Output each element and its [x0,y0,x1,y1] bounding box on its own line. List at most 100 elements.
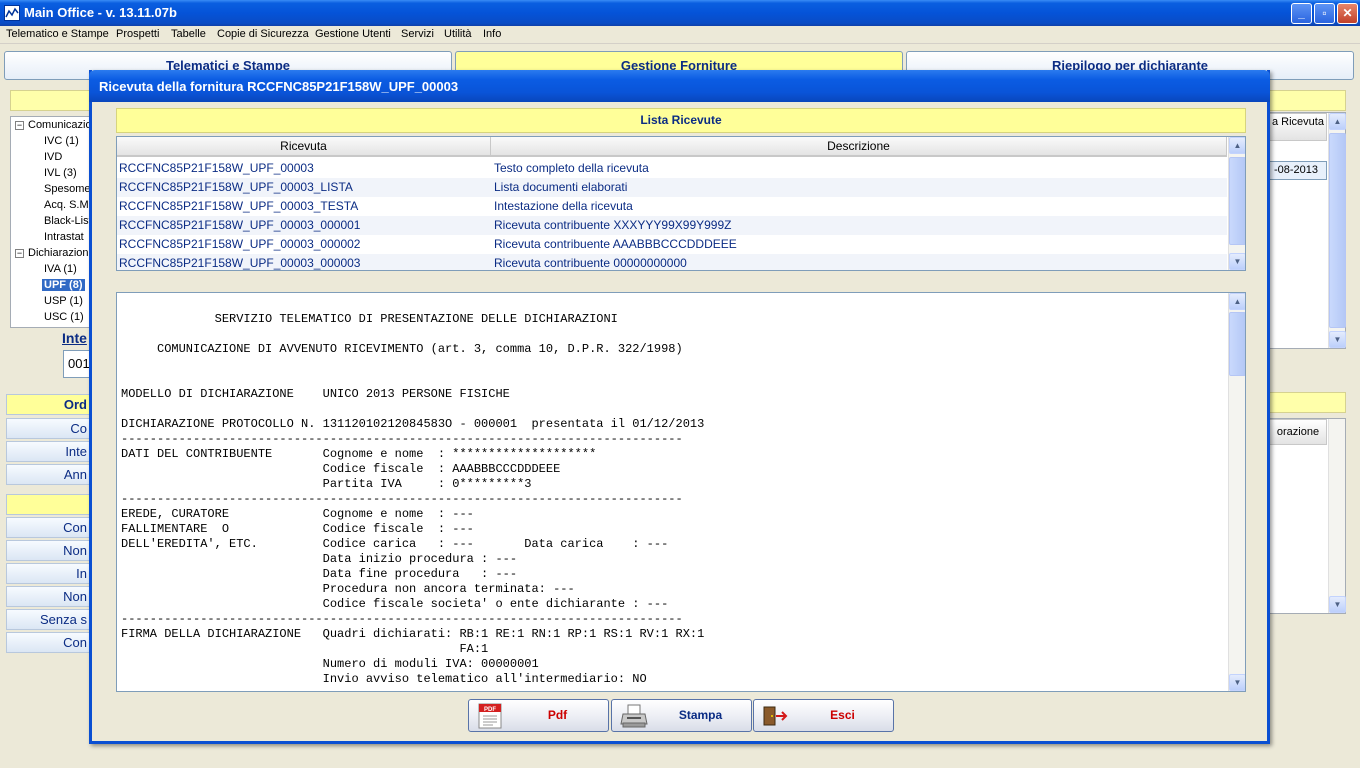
tree-item-ivl[interactable]: IVL (3) [44,167,77,179]
pdf-icon: PDF [477,703,505,729]
scroll-up-icon[interactable]: ▲ [1329,113,1346,130]
exit-door-icon [762,703,790,729]
side-button[interactable]: In [6,563,92,584]
side-button[interactable]: Inte [6,441,92,462]
scroll-thumb[interactable] [1229,157,1245,245]
tree-item-iva[interactable]: IVA (1) [44,263,77,275]
stampa-button[interactable]: Stampa [611,699,752,732]
menu-bar: Telematico e Stampe Prospetti Tabelle Co… [0,26,1360,44]
lista-ricevute-header: Lista Ricevute [116,108,1246,133]
section-header-right [1268,90,1346,111]
tree-collapse-icon[interactable]: − [15,249,24,258]
descrizione-cell: Ricevuta contribuente XXXYYY99X99Y999Z [494,218,732,232]
menu-prospetti[interactable]: Prospetti [116,28,159,40]
app-title: Main Office - v. 13.11.07b [24,5,177,20]
tree-item-ivc[interactable]: IVC (1) [44,135,79,147]
table-row[interactable]: RCCFNC85P21F158W_UPF_00003_000003 Ricevu… [117,254,1227,270]
descrizione-cell: Ricevuta contribuente AAABBBCCCDDDEEE [494,237,737,251]
ricevuta-cell: RCCFNC85P21F158W_UPF_00003_TESTA [119,199,359,213]
list-scrollbar[interactable]: ▲ ▼ [1228,137,1245,270]
scroll-down-icon[interactable]: ▼ [1329,596,1346,613]
printer-icon [620,703,648,729]
section-header-left [10,90,90,111]
column-header-ricevuta[interactable]: Ricevuta [117,137,491,157]
scroll-up-icon[interactable]: ▲ [1229,137,1245,154]
tree-item-black-list[interactable]: Black-List [44,215,91,227]
tree-item-acq-sm[interactable]: Acq. S.M [44,199,89,211]
tree-item-usp[interactable]: USP (1) [44,295,83,307]
side-button[interactable]: Con [6,632,92,653]
scroll-down-icon[interactable]: ▼ [1229,674,1245,691]
ricevuta-text-area[interactable]: SERVIZIO TELEMATICO DI PRESENTAZIONE DEL… [116,292,1246,692]
right-scrollbar[interactable]: ▲ ▼ [1328,113,1346,348]
right-scrollbar[interactable]: ▼ [1328,419,1346,613]
column-header-descrizione[interactable]: Descrizione [491,137,1227,157]
scroll-down-icon[interactable]: ▼ [1329,331,1346,348]
section-header-right-2 [1268,392,1346,413]
right-date-cell[interactable]: -08-2013 [1269,161,1327,180]
close-button[interactable]: ✕ [1337,3,1358,24]
right-column-header: a Ricevuta [1269,113,1327,141]
side-button[interactable]: Ann [6,464,92,485]
scroll-thumb[interactable] [1229,312,1245,376]
scroll-up-icon[interactable]: ▲ [1229,293,1245,310]
right-list-bottom: orazione ▼ [1268,418,1346,614]
app-icon [4,5,20,21]
descrizione-cell: Testo completo della ricevuta [494,161,649,175]
minimize-button[interactable]: _ [1291,3,1312,24]
side-button[interactable]: Con [6,517,92,538]
menu-servizi[interactable]: Servizi [401,28,434,40]
menu-copie-sicurezza[interactable]: Copie di Sicurezza [217,28,309,40]
side-button[interactable]: Co [6,418,92,439]
ricevuta-cell: RCCFNC85P21F158W_UPF_00003_000002 [119,237,361,251]
table-row[interactable]: RCCFNC85P21F158W_UPF_00003_000002 Ricevu… [117,235,1227,254]
menu-gestione-utenti[interactable]: Gestione Utenti [315,28,391,40]
tree-item-ivd[interactable]: IVD [44,151,62,163]
menu-utilita[interactable]: Utilità [444,28,472,40]
ricevuta-cell: RCCFNC85P21F158W_UPF_00003_LISTA [119,180,353,194]
dialog-title: Ricevuta della fornitura RCCFNC85P21F158… [89,70,1270,102]
ricevuta-cell: RCCFNC85P21F158W_UPF_00003_000003 [119,256,361,270]
table-row[interactable]: RCCFNC85P21F158W_UPF_00003_000001 Ricevu… [117,216,1227,235]
side-button[interactable]: Senza s [6,609,92,630]
ricevuta-cell: RCCFNC85P21F158W_UPF_00003 [119,161,314,175]
forniture-tree: − Comunicazio IVC (1) IVD IVL (3) Spesom… [10,116,92,328]
ricevute-table: Ricevuta Descrizione RCCFNC85P21F158W_UP… [116,136,1246,271]
tree-item-usc[interactable]: USC (1) [44,311,84,323]
scroll-thumb[interactable] [1329,133,1346,328]
descrizione-cell: Ricevuta contribuente 00000000000 [494,256,687,270]
right-column-header: orazione [1269,419,1327,445]
stampa-button-label: Stampa [678,708,723,722]
menu-info[interactable]: Info [483,28,501,40]
table-row[interactable]: RCCFNC85P21F158W_UPF_00003 Testo complet… [117,159,1227,178]
table-row[interactable]: RCCFNC85P21F158W_UPF_00003_TESTA Intesta… [117,197,1227,216]
menu-tabelle[interactable]: Tabelle [171,28,206,40]
pdf-button[interactable]: PDF Pdf [468,699,609,732]
tree-group-dichiarazioni[interactable]: Dichiarazioni [28,247,91,259]
ricevuta-dialog: Ricevuta della fornitura RCCFNC85P21F158… [89,70,1270,744]
descrizione-cell: Intestazione della ricevuta [494,199,633,213]
tree-item-upf[interactable]: UPF (8) [42,279,85,291]
side-button[interactable]: Non [6,540,92,561]
side-button[interactable]: Non [6,586,92,607]
pdf-icon-text: PDF [484,707,496,713]
scroll-down-icon[interactable]: ▼ [1229,253,1245,270]
tree-item-intrastat[interactable]: Intrastat [44,231,84,243]
menu-telematico[interactable]: Telematico e Stampe [6,28,109,40]
right-list-top: a Ricevuta -08-2013 ▲ ▼ [1268,112,1346,349]
ricevuta-cell: RCCFNC85P21F158W_UPF_00003_000001 [119,218,361,232]
tree-group-comunicazioni[interactable]: Comunicazio [28,119,91,131]
table-row[interactable]: RCCFNC85P21F158W_UPF_00003_LISTA Lista d… [117,178,1227,197]
app-titlebar: Main Office - v. 13.11.07b _ ▫ ✕ [0,0,1360,26]
side-section-header [6,494,92,515]
esci-button-label: Esci [830,708,855,722]
maximize-button[interactable]: ▫ [1314,3,1335,24]
text-scrollbar[interactable]: ▲ ▼ [1228,293,1245,691]
tree-collapse-icon[interactable]: − [15,121,24,130]
pdf-button-label: Pdf [547,708,568,722]
descrizione-cell: Lista documenti elaborati [494,180,628,194]
intermediario-label: Inte [62,330,87,346]
tree-item-spesometro[interactable]: Spesome [44,183,90,195]
side-button-ordina[interactable]: Ord [6,394,92,415]
esci-button[interactable]: Esci [753,699,894,732]
